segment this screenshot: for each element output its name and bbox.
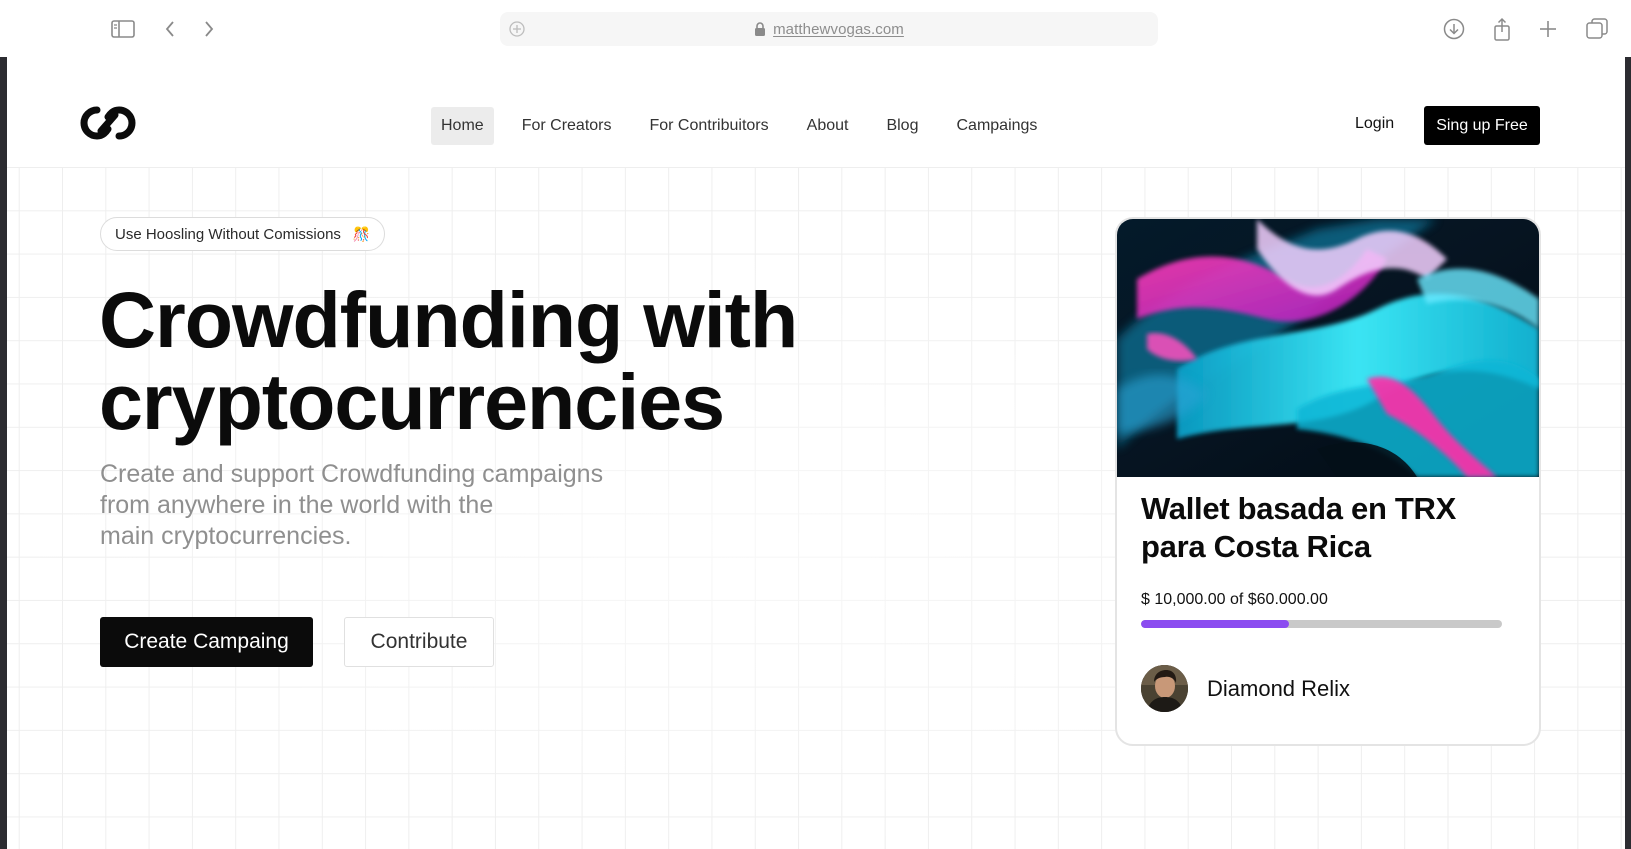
subtitle-line-2: from anywhere in the world with the — [100, 491, 494, 519]
site-logo[interactable] — [80, 106, 136, 140]
nav-item-blog[interactable]: Blog — [876, 107, 928, 145]
nav-item-home[interactable]: Home — [431, 107, 494, 145]
back-icon[interactable] — [157, 16, 183, 42]
campaign-progress-fill — [1141, 620, 1289, 628]
nav-item-for-contributors[interactable]: For Contribuitors — [639, 107, 778, 145]
forward-icon[interactable] — [196, 16, 222, 42]
new-tab-icon[interactable] — [1535, 16, 1561, 42]
url-text[interactable]: matthewvogas.com — [773, 21, 904, 38]
confetti-icon: 🎊 — [352, 225, 371, 242]
nav-item-about[interactable]: About — [797, 107, 859, 145]
window-frame-right — [1625, 57, 1631, 849]
campaign-progress-bar — [1141, 620, 1502, 628]
campaign-card[interactable]: Wallet basada en TRX para Costa Rica $ 1… — [1115, 217, 1541, 746]
login-link[interactable]: Login — [1355, 115, 1394, 133]
hero-subtitle: Create and support Crowdfunding campaign… — [100, 459, 680, 552]
sidebar-icon[interactable] — [110, 16, 136, 42]
subtitle-line-3: main cryptocurrencies. — [100, 522, 352, 550]
window-frame-left — [0, 57, 7, 849]
campaign-progress-text: $ 10,000.00 of $60.000.00 — [1141, 591, 1328, 608]
nav-item-for-creators[interactable]: For Creators — [512, 107, 622, 145]
browser-toolbar: matthewvogas.com — [0, 0, 1631, 57]
lock-icon — [754, 22, 766, 36]
campaign-cover-image — [1117, 219, 1539, 477]
headline-line-2: cryptocurrencies — [99, 357, 725, 446]
signup-button[interactable]: Sing up Free — [1424, 106, 1540, 145]
avatar[interactable] — [1141, 665, 1188, 712]
main-nav: Home For Creators For Contribuitors Abou… — [431, 107, 1065, 145]
create-campaign-button[interactable]: Create Campaing — [100, 617, 313, 667]
hero-headline: Crowdfunding with cryptocurrencies — [99, 279, 859, 443]
add-tab-icon[interactable] — [508, 20, 526, 38]
campaign-title: Wallet basada en TRX para Costa Rica — [1141, 490, 1521, 566]
campaign-author-name[interactable]: Diamond Relix — [1207, 676, 1350, 702]
subtitle-line-1: Create and support Crowdfunding campaign… — [100, 460, 604, 488]
download-icon[interactable] — [1441, 16, 1467, 42]
address-bar[interactable]: matthewvogas.com — [500, 12, 1158, 46]
promo-pill-text: Use Hoosling Without Comissions — [115, 225, 341, 243]
nav-item-campaigns[interactable]: Campaings — [946, 107, 1047, 145]
tabs-overview-icon[interactable] — [1584, 16, 1610, 42]
web-page: Home For Creators For Contribuitors Abou… — [7, 57, 1625, 849]
contribute-button[interactable]: Contribute — [344, 617, 494, 667]
campaign-title-line-2: para Costa Rica — [1141, 529, 1371, 564]
promo-pill[interactable]: Use Hoosling Without Comissions 🎊 — [100, 217, 386, 251]
campaign-title-line-1: Wallet basada en TRX — [1141, 491, 1456, 526]
headline-line-1: Crowdfunding with — [99, 275, 798, 364]
share-icon[interactable] — [1489, 16, 1515, 42]
